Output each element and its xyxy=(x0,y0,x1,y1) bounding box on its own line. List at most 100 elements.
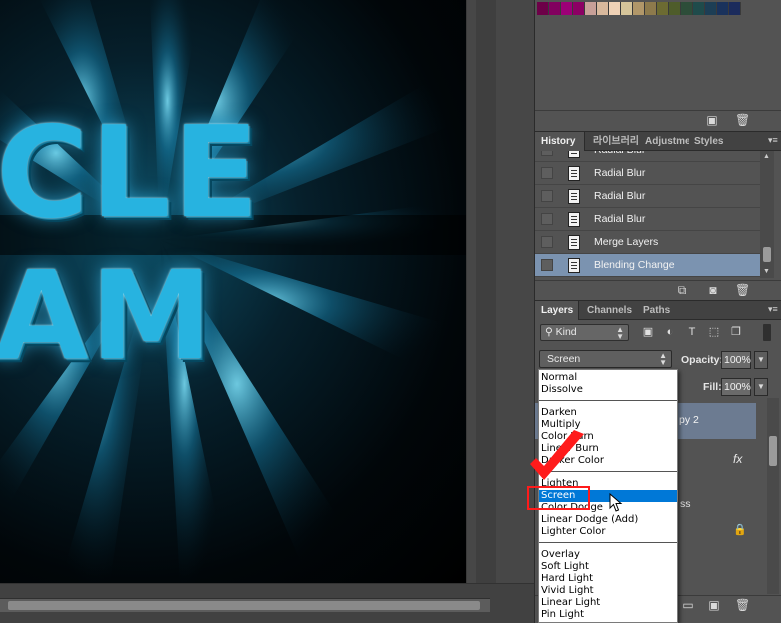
history-item-label: Radial Blur xyxy=(594,190,646,202)
history-scrollbar[interactable]: ▲ ▼ xyxy=(760,151,774,278)
blend-mode-option[interactable]: Soft Light xyxy=(539,561,677,573)
opacity-dropdown-arrow-icon[interactable]: ▼ xyxy=(754,351,768,369)
kind-filter-label: Kind xyxy=(555,326,577,338)
new-layer-icon[interactable]: ▣ xyxy=(707,598,721,612)
history-item-selected[interactable]: Blending Change xyxy=(535,254,760,277)
color-swatch[interactable] xyxy=(669,2,681,15)
blend-mode-option[interactable]: Pin Light xyxy=(539,609,677,621)
blend-mode-option[interactable]: Linear Dodge (Add) xyxy=(539,514,677,526)
tab-styles[interactable]: Styles xyxy=(688,132,728,151)
history-item-label: Merge Layers xyxy=(594,236,659,248)
color-swatch[interactable] xyxy=(705,2,717,15)
tab-channels[interactable]: Channels xyxy=(581,301,637,320)
blend-mode-option[interactable]: Normal xyxy=(539,372,677,384)
tab-layers[interactable]: Layers xyxy=(535,301,579,320)
new-swatch-icon[interactable]: ▣ xyxy=(705,113,719,127)
blend-mode-option[interactable]: Hard Light xyxy=(539,573,677,585)
select-arrows-icon: ▲ ▼ xyxy=(616,325,624,341)
tab-libraries[interactable]: 라이브러리 xyxy=(587,132,639,151)
lock-icon: 🔒 xyxy=(733,524,747,536)
swatches-footer: ▣ 🗑 xyxy=(535,110,781,130)
history-item[interactable]: Radial Blur xyxy=(535,208,760,231)
color-swatch[interactable] xyxy=(621,2,633,15)
vertical-scrollbar[interactable] xyxy=(476,0,496,600)
blend-mode-option[interactable]: Linear Light xyxy=(539,597,677,609)
menu-separator xyxy=(539,542,677,543)
color-swatch[interactable] xyxy=(561,2,573,15)
history-item[interactable]: Radial Blur xyxy=(535,151,760,162)
color-swatch[interactable] xyxy=(549,2,561,15)
kind-filter-select[interactable]: ⚲ Kind ▲ ▼ xyxy=(540,324,629,341)
history-item[interactable]: Merge Layers xyxy=(535,231,760,254)
blend-mode-select[interactable]: Screen ▲ ▼ xyxy=(539,350,672,368)
color-swatch[interactable] xyxy=(717,2,729,15)
fill-input[interactable]: 100% xyxy=(721,378,751,396)
new-document-from-state-icon[interactable]: ⧉ xyxy=(675,283,689,297)
horizontal-scrollbar[interactable] xyxy=(0,598,490,612)
layers-scrollbar-thumb[interactable] xyxy=(769,436,777,466)
trash-icon[interactable]: 🗑 xyxy=(735,283,750,297)
trash-icon[interactable]: 🗑 xyxy=(735,598,750,612)
shape-layer-filter-icon[interactable]: ⬚ xyxy=(707,325,721,339)
document-canvas[interactable]: CLE AM xyxy=(0,0,466,583)
opacity-input[interactable]: 100% xyxy=(721,351,751,369)
history-item[interactable]: Radial Blur xyxy=(535,185,760,208)
history-snapshot-checkbox[interactable] xyxy=(541,236,553,248)
scroll-down-arrow-icon[interactable]: ▼ xyxy=(763,268,770,275)
history-snapshot-checkbox[interactable] xyxy=(541,167,553,179)
adjustment-layer-filter-icon[interactable]: ◐ xyxy=(663,325,677,339)
history-state-icon xyxy=(568,258,580,273)
blend-mode-option[interactable]: Dissolve xyxy=(539,384,677,396)
panel-menu-icon[interactable]: ▾≡ xyxy=(768,304,778,315)
camera-icon[interactable]: ◙ xyxy=(706,283,720,297)
history-state-icon xyxy=(568,166,580,181)
fx-icon[interactable]: fx xyxy=(733,452,742,466)
filter-toggle-switch[interactable] xyxy=(763,324,771,341)
tab-paths[interactable]: Paths xyxy=(637,301,677,320)
blend-mode-option[interactable]: Overlay xyxy=(539,549,677,561)
color-swatch[interactable] xyxy=(609,2,621,15)
color-swatch[interactable] xyxy=(681,2,693,15)
color-swatch[interactable] xyxy=(573,2,585,15)
layers-scrollbar[interactable] xyxy=(767,398,779,594)
annotation-highlight-box xyxy=(527,486,590,510)
fill-label: Fill: xyxy=(703,381,722,393)
history-snapshot-checkbox[interactable] xyxy=(541,259,553,271)
fill-dropdown-arrow-icon[interactable]: ▼ xyxy=(754,378,768,396)
history-state-icon xyxy=(568,189,580,204)
color-swatch[interactable] xyxy=(645,2,657,15)
panel-menu-icon[interactable]: ▾≡ xyxy=(768,135,778,146)
tab-history[interactable]: History xyxy=(535,132,585,151)
horizontal-scrollbar-thumb[interactable] xyxy=(8,601,480,610)
history-scrollbar-thumb[interactable] xyxy=(763,247,771,262)
type-layer-filter-icon[interactable]: T xyxy=(685,325,699,339)
color-swatch[interactable] xyxy=(597,2,609,15)
color-swatch[interactable] xyxy=(729,2,741,15)
blend-mode-option[interactable]: Vivid Light xyxy=(539,585,677,597)
trash-icon[interactable]: 🗑 xyxy=(735,113,750,127)
history-snapshot-checkbox[interactable] xyxy=(541,151,553,156)
opacity-label: Opacity: xyxy=(681,354,724,366)
color-swatch[interactable] xyxy=(633,2,645,15)
layers-tabbar: Layers Channels Paths ▾≡ xyxy=(535,300,781,320)
smart-object-filter-icon[interactable]: ❐ xyxy=(729,325,743,339)
scroll-up-arrow-icon[interactable]: ▲ xyxy=(763,153,770,160)
history-snapshot-checkbox[interactable] xyxy=(541,213,553,225)
canvas-art-text-line-2: AM xyxy=(0,245,214,387)
history-item-label: Radial Blur xyxy=(594,213,646,225)
blend-mode-value: Screen xyxy=(547,353,581,365)
tab-adjustments[interactable]: Adjustme xyxy=(639,132,689,151)
history-item[interactable]: Radial Blur xyxy=(535,162,760,185)
blend-mode-option[interactable]: Lighter Color xyxy=(539,526,677,538)
blend-mode-option[interactable]: Darken xyxy=(539,407,677,419)
annotation-checkmark-icon xyxy=(530,430,584,480)
color-swatch[interactable] xyxy=(657,2,669,15)
color-swatch[interactable] xyxy=(585,2,597,15)
color-swatch[interactable] xyxy=(537,2,549,15)
color-swatch[interactable] xyxy=(693,2,705,15)
history-item-label: Radial Blur xyxy=(594,151,645,161)
history-snapshot-checkbox[interactable] xyxy=(541,190,553,202)
folder-icon[interactable]: ▭ xyxy=(681,598,695,612)
pixel-layer-filter-icon[interactable]: ▣ xyxy=(641,325,655,339)
canvas-art-text-line-1: CLE xyxy=(0,99,261,246)
